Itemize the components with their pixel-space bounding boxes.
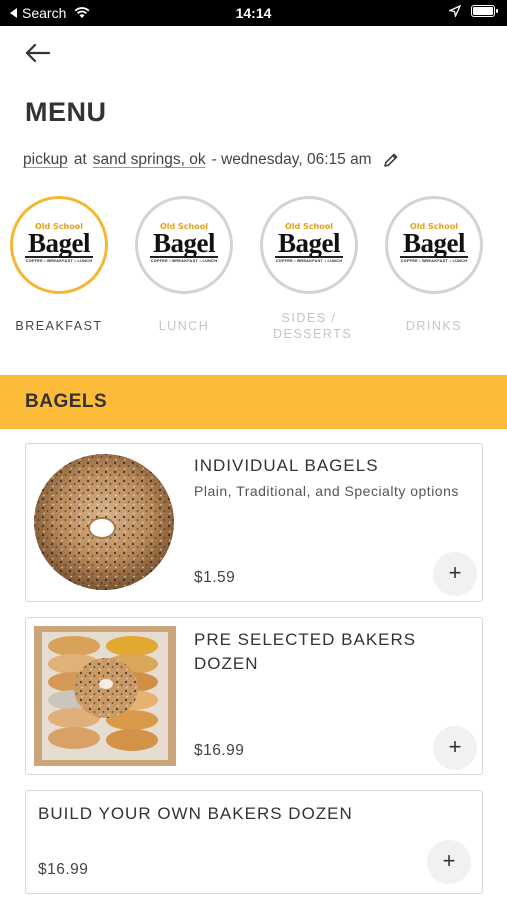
page-title: MENU: [25, 97, 107, 127]
section-header: BAGELS: [0, 375, 507, 429]
item-title: INDIVIDUAL BAGELS: [194, 456, 379, 475]
everything-bagel-image: [34, 454, 174, 590]
bagel-logo-image: Old School Bagel COFFEE • BREAKFAST • LU…: [260, 196, 358, 294]
category-label: LUNCH: [158, 319, 210, 333]
clock: 14:14: [235, 5, 272, 21]
item-price: $1.59: [194, 569, 236, 586]
add-item-button[interactable]: +: [433, 552, 477, 596]
menu-item-card[interactable]: PRE SELECTED BAKERS DOZEN $16.99 +: [25, 617, 483, 775]
bagel-logo-image: Old School Bagel COFFEE • BREAKFAST • LU…: [385, 196, 483, 294]
bagel-box-image: [34, 626, 176, 766]
item-price: $16.99: [194, 742, 245, 759]
arrow-left-icon: [25, 43, 51, 63]
bagel-logo-image: Old School Bagel COFFEE • BREAKFAST • LU…: [135, 196, 233, 294]
menu-item-card[interactable]: INDIVIDUAL BAGELS Plain, Traditional, an…: [25, 443, 483, 602]
pencil-icon[interactable]: [382, 151, 400, 169]
item-price: $16.99: [38, 861, 89, 878]
item-description: Plain, Traditional, and Specialty option…: [194, 483, 459, 499]
category-lunch[interactable]: Old School Bagel COFFEE • BREAKFAST • LU…: [134, 196, 234, 334]
category-drinks[interactable]: Old School Bagel COFFEE • BREAKFAST • LU…: [384, 196, 484, 334]
back-button[interactable]: [22, 40, 54, 66]
menu-item-card[interactable]: BUILD YOUR OWN BAKERS DOZEN $16.99 +: [25, 790, 483, 894]
order-at-text: at: [73, 151, 87, 168]
location-link[interactable]: sand springs, ok: [93, 151, 206, 169]
order-time-text: - wednesday, 06:15 am: [211, 151, 372, 168]
category-label: DRINKS: [405, 319, 463, 333]
status-bar: Search 14:14: [0, 0, 507, 26]
battery-icon: [471, 5, 498, 17]
category-breakfast[interactable]: Old School Bagel COFFEE • BREAKFAST • LU…: [9, 196, 109, 334]
category-label: BREAKFAST: [15, 319, 103, 333]
section-title: BAGELS: [25, 391, 108, 412]
order-details: pickup at sand springs, ok - wednesday, …: [23, 151, 400, 169]
location-arrow-icon: [449, 5, 461, 17]
category-sides-desserts[interactable]: Old School Bagel COFFEE • BREAKFAST • LU…: [259, 196, 359, 342]
pickup-mode-link[interactable]: pickup: [23, 151, 68, 169]
item-title: BUILD YOUR OWN BAKERS DOZEN: [38, 804, 353, 823]
add-item-button[interactable]: +: [427, 840, 471, 884]
item-title: PRE SELECTED BAKERS DOZEN: [194, 630, 417, 673]
bagel-logo-image: Old School Bagel COFFEE • BREAKFAST • LU…: [10, 196, 108, 294]
add-item-button[interactable]: +: [433, 726, 477, 770]
category-label: SIDES / DESSERTS: [273, 311, 353, 341]
